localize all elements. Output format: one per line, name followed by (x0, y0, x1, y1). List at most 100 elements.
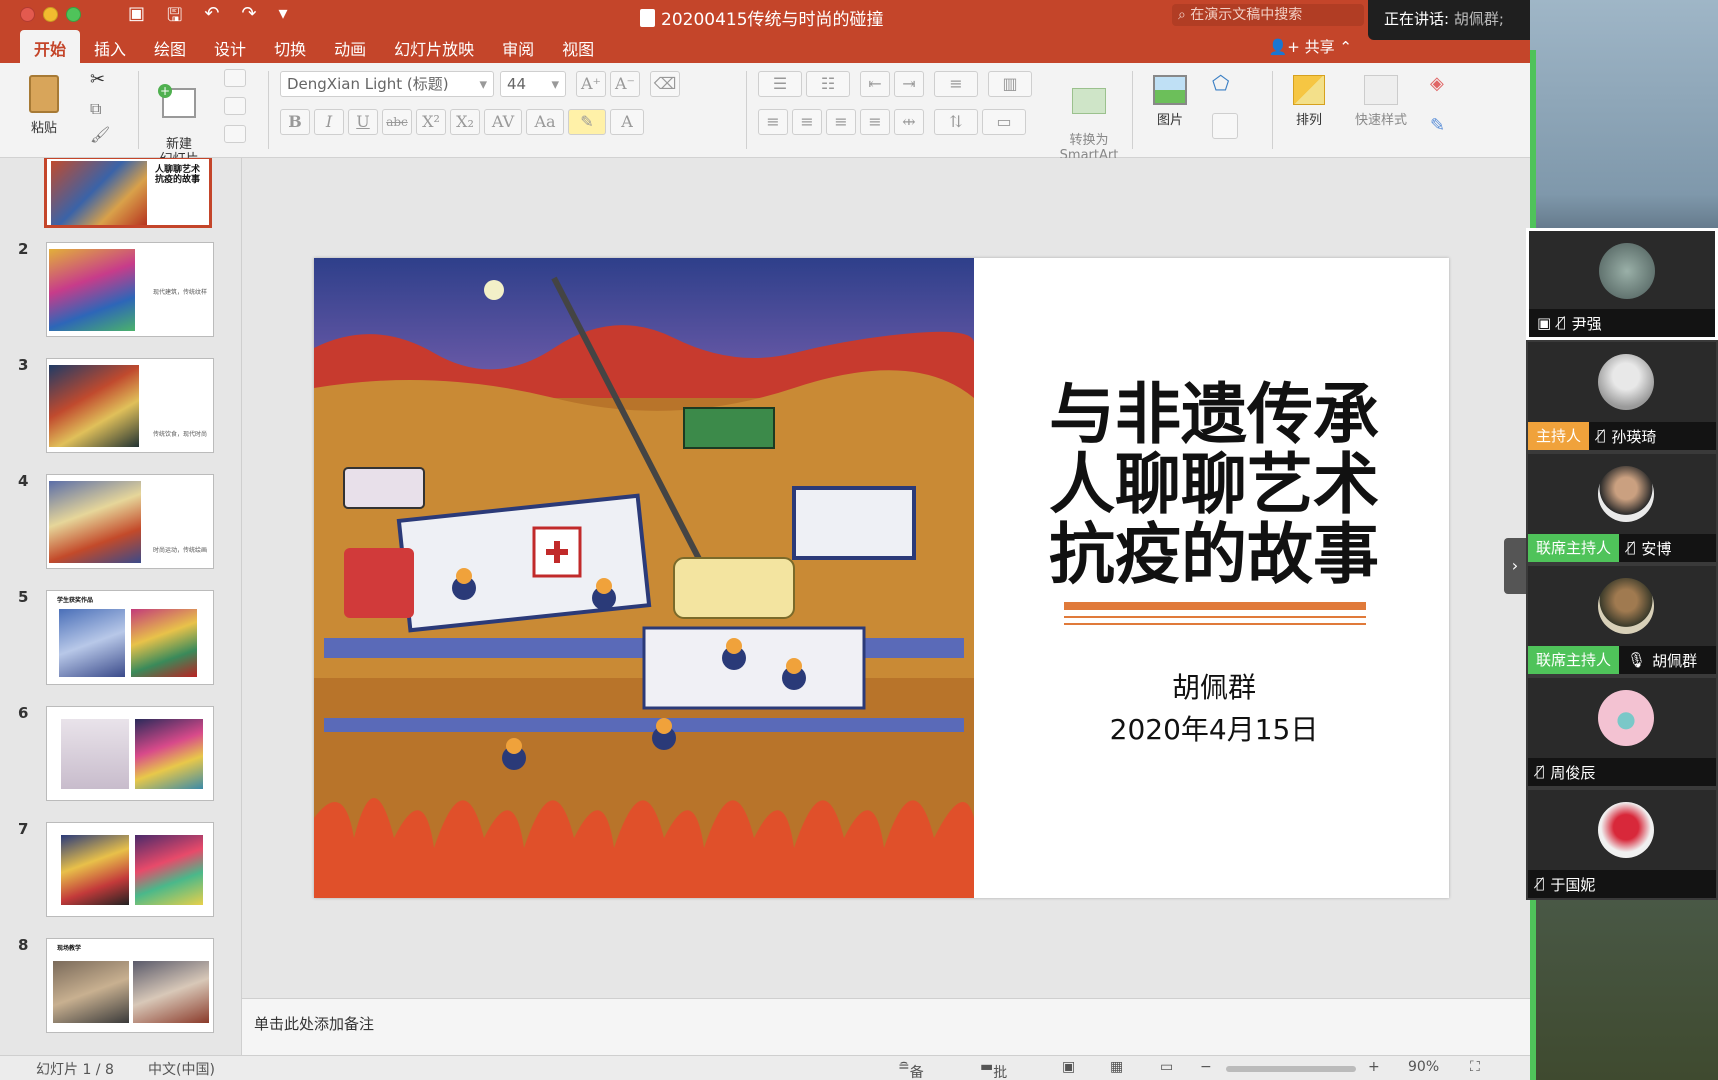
change-case-icon[interactable]: Aa (526, 109, 564, 135)
participant-nameplate: 🎙̸ 于国妮 (1528, 870, 1716, 898)
participant-tile[interactable]: 联席主持人 🎙 胡佩群 (1526, 564, 1718, 676)
slide-date[interactable]: 2020年4月15日 (1014, 708, 1414, 748)
align-left-icon[interactable]: ≡ (758, 109, 788, 135)
zoom-window-button[interactable] (66, 7, 81, 22)
close-window-button[interactable] (20, 7, 35, 22)
align-center-icon[interactable]: ≡ (792, 109, 822, 135)
customize-toolbar-icon[interactable]: ▾ (279, 3, 288, 33)
notes-toggle[interactable]: ≘ 备注 (898, 1059, 924, 1080)
participant-tile[interactable]: 联席主持人 🎙̸ 安博 (1526, 452, 1718, 564)
participant-tile[interactable]: 🎙̸ 于国妮 (1526, 788, 1718, 900)
justify-icon[interactable]: ≡ (860, 109, 890, 135)
slide-thumbnail-6[interactable] (46, 706, 214, 801)
fit-window-icon[interactable]: ⛶ (1470, 1059, 1480, 1075)
slide-artwork[interactable] (314, 258, 974, 898)
grow-font-icon[interactable]: A⁺ (576, 71, 606, 97)
shape-outline-icon[interactable]: ✎ (1430, 115, 1445, 136)
tab-slideshow[interactable]: 幻灯片放映 (380, 30, 488, 63)
slide-thumbnail-panel[interactable]: 人聊聊艺术 抗疫的故事 2 现代建筑，传统纹样 3 传统饮食，现代时尚 4 时尚… (0, 158, 242, 1055)
bullets-icon[interactable]: ☰ (758, 71, 802, 97)
zoom-in-icon[interactable]: + (1368, 1059, 1380, 1075)
font-size-value: 44 (507, 75, 527, 93)
notes-pane[interactable]: 单击此处添加备注 (242, 998, 1530, 1055)
zoom-out-icon[interactable]: − (1200, 1059, 1212, 1075)
align-text-icon[interactable]: ▭ (982, 109, 1026, 135)
undo-icon[interactable]: ↶ (204, 3, 219, 33)
slide-thumbnail-5[interactable]: 学生获奖作品 (46, 590, 214, 685)
format-painter-icon[interactable]: 🖌 (90, 125, 110, 144)
bold-button[interactable]: B (280, 109, 310, 135)
tab-insert[interactable]: 插入 (80, 30, 140, 63)
collapse-panel-button[interactable]: › (1504, 538, 1526, 594)
slide-author[interactable]: 胡佩群 (1014, 666, 1414, 706)
participant-tile[interactable]: ▣ 🎙̸ 尹强 (1526, 228, 1718, 340)
tab-draw[interactable]: 绘图 (140, 30, 200, 63)
slide-thumbnail-4[interactable]: 时尚运动，传统绘画 (46, 474, 214, 569)
picture-button[interactable]: 图片 (1144, 69, 1196, 128)
cut-icon[interactable]: ✂ (90, 69, 105, 90)
decrease-indent-icon[interactable]: ⇤ (860, 71, 890, 97)
slide-title[interactable]: 与非遗传承 人聊聊艺术 抗疫的故事 (1014, 380, 1414, 590)
font-size-select[interactable]: 44 ▾ (500, 71, 566, 97)
arrange-button[interactable]: 排列 (1284, 69, 1334, 128)
sidebar-toggle-icon[interactable]: ▣ (128, 3, 145, 33)
reset-icon[interactable] (224, 97, 246, 115)
columns-icon[interactable]: ▥ (988, 71, 1032, 97)
comments-toggle[interactable]: ▬ 批注 (980, 1059, 1007, 1080)
shapes-icon[interactable]: ⬠ (1212, 71, 1229, 95)
tab-animations[interactable]: 动画 (320, 30, 380, 63)
tab-home[interactable]: 开始 (20, 30, 81, 63)
text-box-icon[interactable] (1212, 113, 1238, 139)
underline-button[interactable]: U (348, 109, 378, 135)
tab-transitions[interactable]: 切换 (260, 30, 320, 63)
redo-icon[interactable]: ↷ (241, 3, 256, 33)
shrink-font-icon[interactable]: A⁻ (610, 71, 640, 97)
strikethrough-button[interactable]: abc (382, 109, 412, 135)
slide-thumbnail-7[interactable] (46, 822, 214, 917)
tab-review[interactable]: 审阅 (488, 30, 548, 63)
slide-editor[interactable]: 与非遗传承 人聊聊艺术 抗疫的故事 胡佩群 2020年4月15日 (242, 158, 1530, 998)
quick-styles-button[interactable]: 快速样式 (1346, 69, 1416, 128)
slide-thumbnail-3[interactable]: 传统饮食，现代时尚 (46, 358, 214, 453)
search-box[interactable]: ⌕ 在演示文稿中搜索 (1172, 4, 1364, 26)
slide-sorter-icon[interactable]: ▦ (1110, 1059, 1123, 1075)
layout-icon[interactable] (224, 69, 246, 87)
mic-muted-icon: 🎙̸ (1536, 764, 1545, 780)
collapse-ribbon-icon[interactable]: ⌃ (1339, 38, 1352, 56)
share-button[interactable]: 👤+ 共享 ⌃ (1269, 36, 1352, 57)
zoom-level[interactable]: 90% (1408, 1059, 1439, 1075)
language-indicator[interactable]: 中文(中国) (148, 1059, 215, 1079)
text-direction-icon[interactable]: ⇅ (934, 109, 978, 135)
participant-tile[interactable]: 🎙̸ 周俊辰 (1526, 676, 1718, 788)
tab-design[interactable]: 设计 (200, 30, 260, 63)
participant-tile[interactable]: 主持人 🎙̸ 孙瑛琦 (1526, 340, 1718, 452)
minimize-window-button[interactable] (43, 7, 58, 22)
char-spacing-icon[interactable]: AV (484, 109, 522, 135)
copy-icon[interactable]: ⧉ (90, 99, 101, 119)
slide-thumbnail-8[interactable]: 现场教学 (46, 938, 214, 1033)
highlight-icon[interactable]: ✎ (568, 109, 606, 135)
align-right-icon[interactable]: ≡ (826, 109, 856, 135)
zoom-slider[interactable] (1226, 1066, 1356, 1072)
slide-thumbnail-1[interactable]: 人聊聊艺术 抗疫的故事 (44, 158, 212, 228)
subscript-button[interactable]: X₂ (450, 109, 480, 135)
italic-button[interactable]: I (314, 109, 344, 135)
save-icon[interactable]: 🖫 (167, 3, 182, 33)
reading-view-icon[interactable]: ▭ (1160, 1059, 1173, 1075)
paste-button[interactable]: 粘贴 (18, 69, 70, 136)
current-slide[interactable]: 与非遗传承 人聊聊艺术 抗疫的故事 胡佩群 2020年4月15日 (314, 258, 1449, 898)
normal-view-icon[interactable]: ▣ (1062, 1059, 1075, 1075)
shape-fill-icon[interactable]: ◈ (1430, 73, 1444, 94)
participant-name: 于国妮 (1550, 875, 1596, 894)
line-spacing-icon[interactable]: ≡ (934, 71, 978, 97)
numbering-icon[interactable]: ☷ (806, 71, 850, 97)
increase-indent-icon[interactable]: ⇥ (894, 71, 924, 97)
font-name-select[interactable]: DengXian Light (标题) ▾ (280, 71, 494, 97)
clear-format-icon[interactable]: ⌫ (650, 71, 680, 97)
distributed-icon[interactable]: ⇹ (894, 109, 924, 135)
section-icon[interactable] (224, 125, 246, 143)
font-color-icon[interactable]: A (610, 109, 644, 135)
superscript-button[interactable]: X² (416, 109, 446, 135)
tab-view[interactable]: 视图 (548, 30, 608, 63)
slide-thumbnail-2[interactable]: 现代建筑，传统纹样 (46, 242, 214, 337)
